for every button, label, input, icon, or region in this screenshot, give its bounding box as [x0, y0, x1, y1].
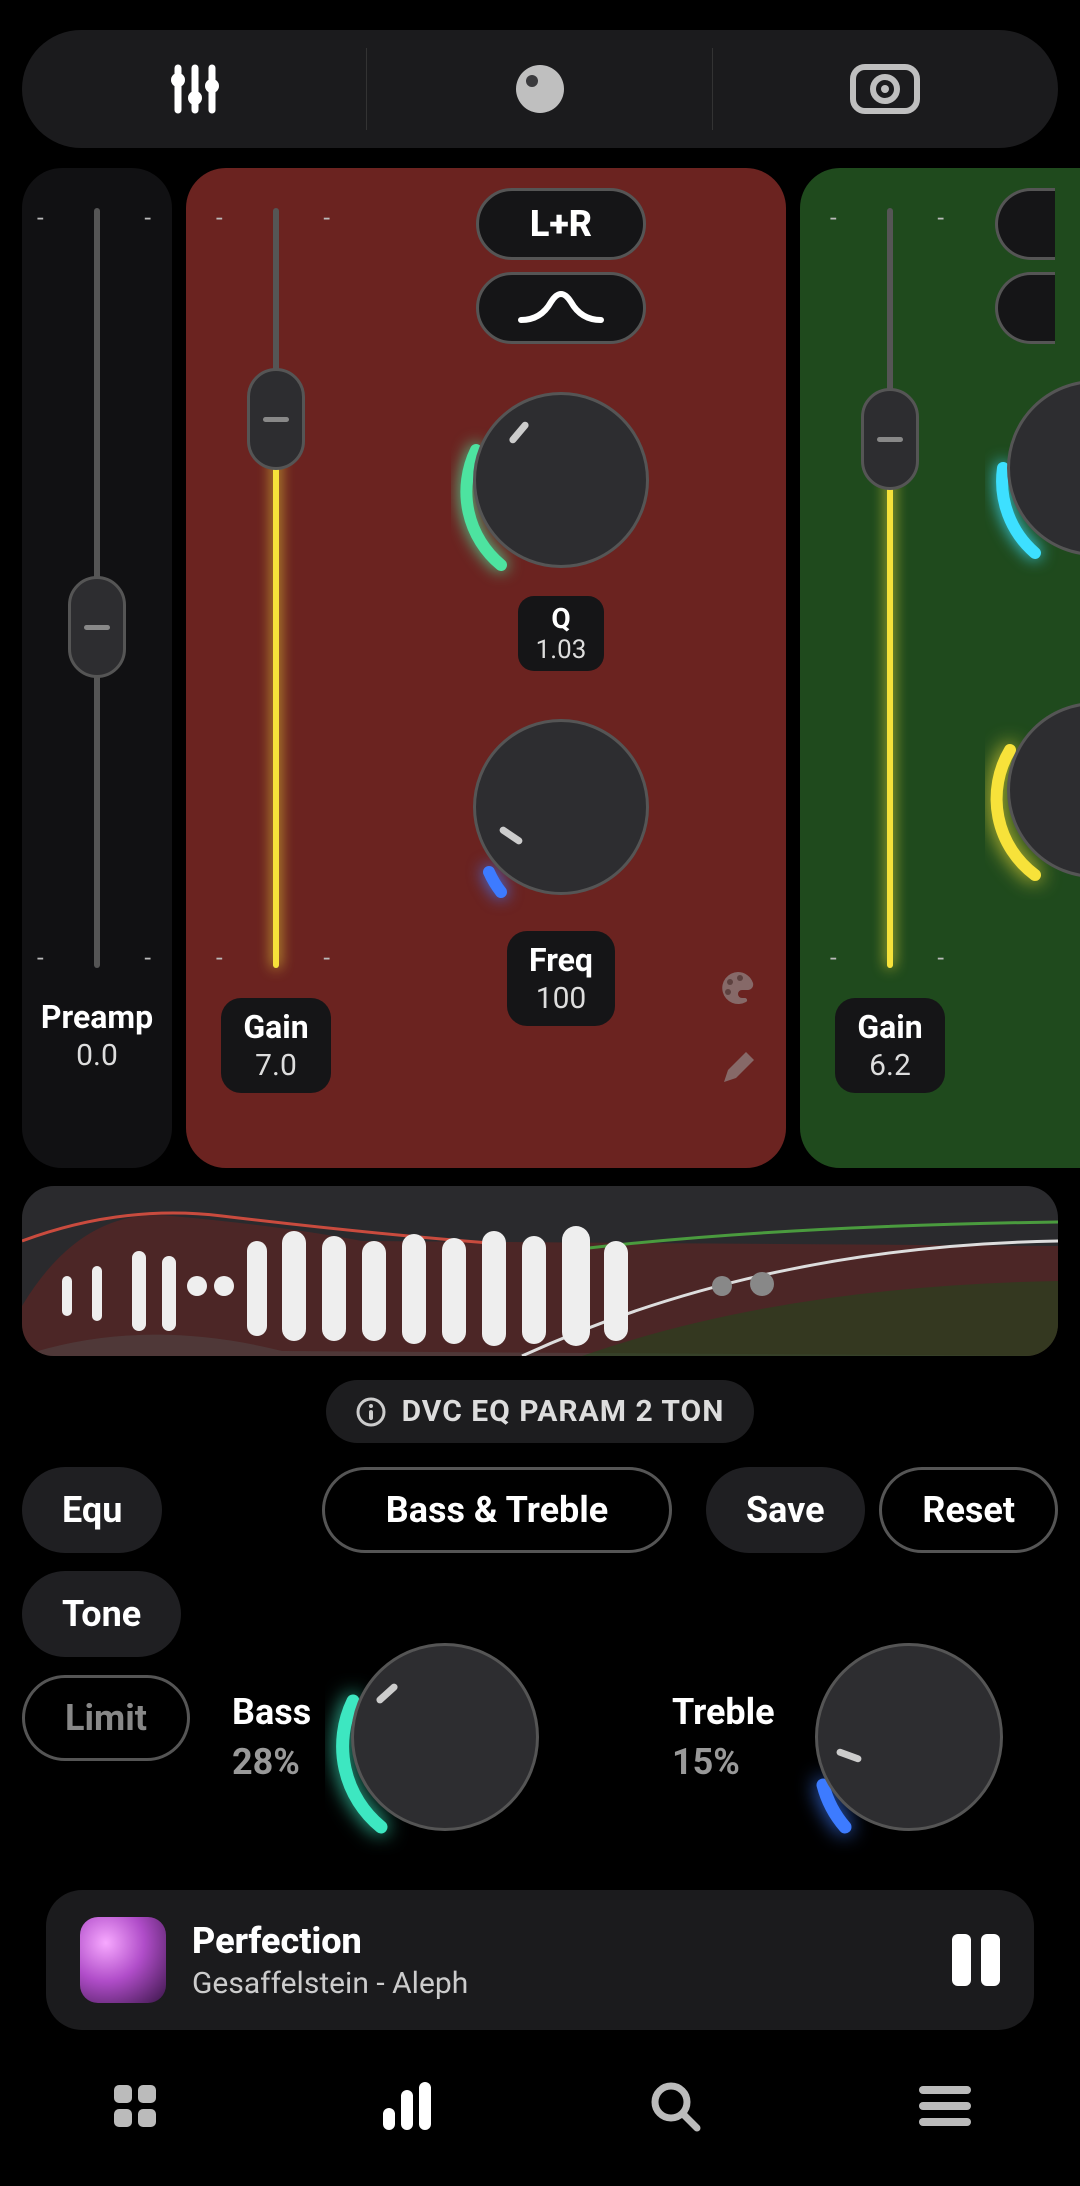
grid-icon — [108, 2079, 162, 2133]
bottom-nav — [0, 2046, 1080, 2166]
nav-menu[interactable] — [810, 2046, 1080, 2166]
eq-band-2: -- -- Gain 6.2 — [800, 168, 1080, 1168]
q-label: Q — [536, 602, 587, 635]
pencil-icon[interactable] — [718, 1048, 758, 1088]
preamp-band: -- -- Preamp 0.0 — [22, 168, 172, 1168]
tone-button[interactable]: Tone — [22, 1571, 181, 1657]
sliders-icon — [164, 58, 226, 120]
treble-value: 15% — [672, 1741, 775, 1783]
now-playing-bar[interactable]: Perfection Gesaffelstein - Aleph — [46, 1890, 1034, 2030]
menu-icon — [919, 2084, 971, 2128]
tab-dot[interactable] — [367, 30, 712, 148]
preamp-label: Preamp — [41, 998, 153, 1036]
preamp-value: 0.0 — [41, 1038, 153, 1073]
channel-selector[interactable]: L+R — [476, 188, 646, 260]
nav-eq[interactable] — [270, 2046, 540, 2166]
equ-button[interactable]: Equ — [22, 1467, 162, 1553]
controls-area: Equ Bass & Treble Save Reset Tone Limit … — [22, 1467, 1058, 1867]
band2-freq-knob[interactable] — [985, 680, 1080, 900]
channel-label: L+R — [530, 203, 592, 245]
preamp-slider[interactable]: -- -- — [94, 208, 100, 968]
filter-shape-selector[interactable] — [476, 272, 646, 344]
band1-gain-slider[interactable]: -- -- — [273, 208, 279, 968]
q-knob[interactable] — [451, 370, 671, 590]
limit-button[interactable]: Limit — [22, 1675, 190, 1761]
freq-knob[interactable] — [451, 697, 671, 917]
tab-surround[interactable] — [713, 30, 1058, 148]
band2-gain-slider[interactable]: -- -- — [887, 208, 893, 968]
tab-sliders[interactable] — [22, 30, 367, 148]
q-value: 1.03 — [536, 635, 587, 665]
nav-grid[interactable] — [0, 2046, 270, 2166]
preset-chip[interactable]: DVC EQ PARAM 2 TON — [326, 1380, 755, 1443]
q-label-box: Q 1.03 — [518, 596, 605, 671]
top-tab-bar — [22, 30, 1058, 148]
treble-knob[interactable] — [789, 1617, 1029, 1857]
bell-curve-icon — [516, 288, 606, 328]
info-icon — [356, 1397, 386, 1427]
save-button[interactable]: Save — [706, 1467, 865, 1553]
freq-value: 100 — [529, 981, 593, 1016]
treble-label: Treble — [672, 1691, 775, 1733]
spectrum-analyzer[interactable] — [22, 1186, 1058, 1356]
bass-value: 28% — [232, 1741, 311, 1783]
bass-label: Bass — [232, 1691, 311, 1733]
nav-search[interactable] — [540, 2046, 810, 2166]
band2-q-knob[interactable] — [985, 358, 1080, 578]
bass-knob[interactable] — [325, 1617, 565, 1857]
pause-button[interactable] — [952, 1934, 1000, 1986]
band1-gain-value: 7.0 — [243, 1048, 308, 1083]
bass-treble-button[interactable]: Bass & Treble — [322, 1467, 672, 1553]
band1-gain-label: Gain — [243, 1008, 308, 1046]
track-title: Perfection — [192, 1920, 926, 1962]
album-art — [80, 1917, 166, 2003]
reset-button[interactable]: Reset — [879, 1467, 1058, 1553]
band2-gain-value: 6.2 — [857, 1048, 922, 1083]
sphere-icon — [514, 63, 566, 115]
surround-icon — [849, 63, 921, 115]
search-icon — [647, 2078, 703, 2134]
pause-icon — [952, 1934, 971, 1986]
bars-icon — [375, 2076, 435, 2136]
preset-name: DVC EQ PARAM 2 TON — [402, 1394, 725, 1429]
track-artist: Gesaffelstein - Aleph — [192, 1966, 926, 2001]
band2-gain-label: Gain — [857, 1008, 922, 1046]
palette-icon[interactable] — [718, 968, 758, 1008]
freq-label: Freq — [529, 941, 593, 979]
band-carousel[interactable]: -- -- Preamp 0.0 -- -- Gain 7.0 — [22, 168, 1058, 1168]
eq-band-1: -- -- Gain 7.0 L+R — [186, 168, 786, 1168]
